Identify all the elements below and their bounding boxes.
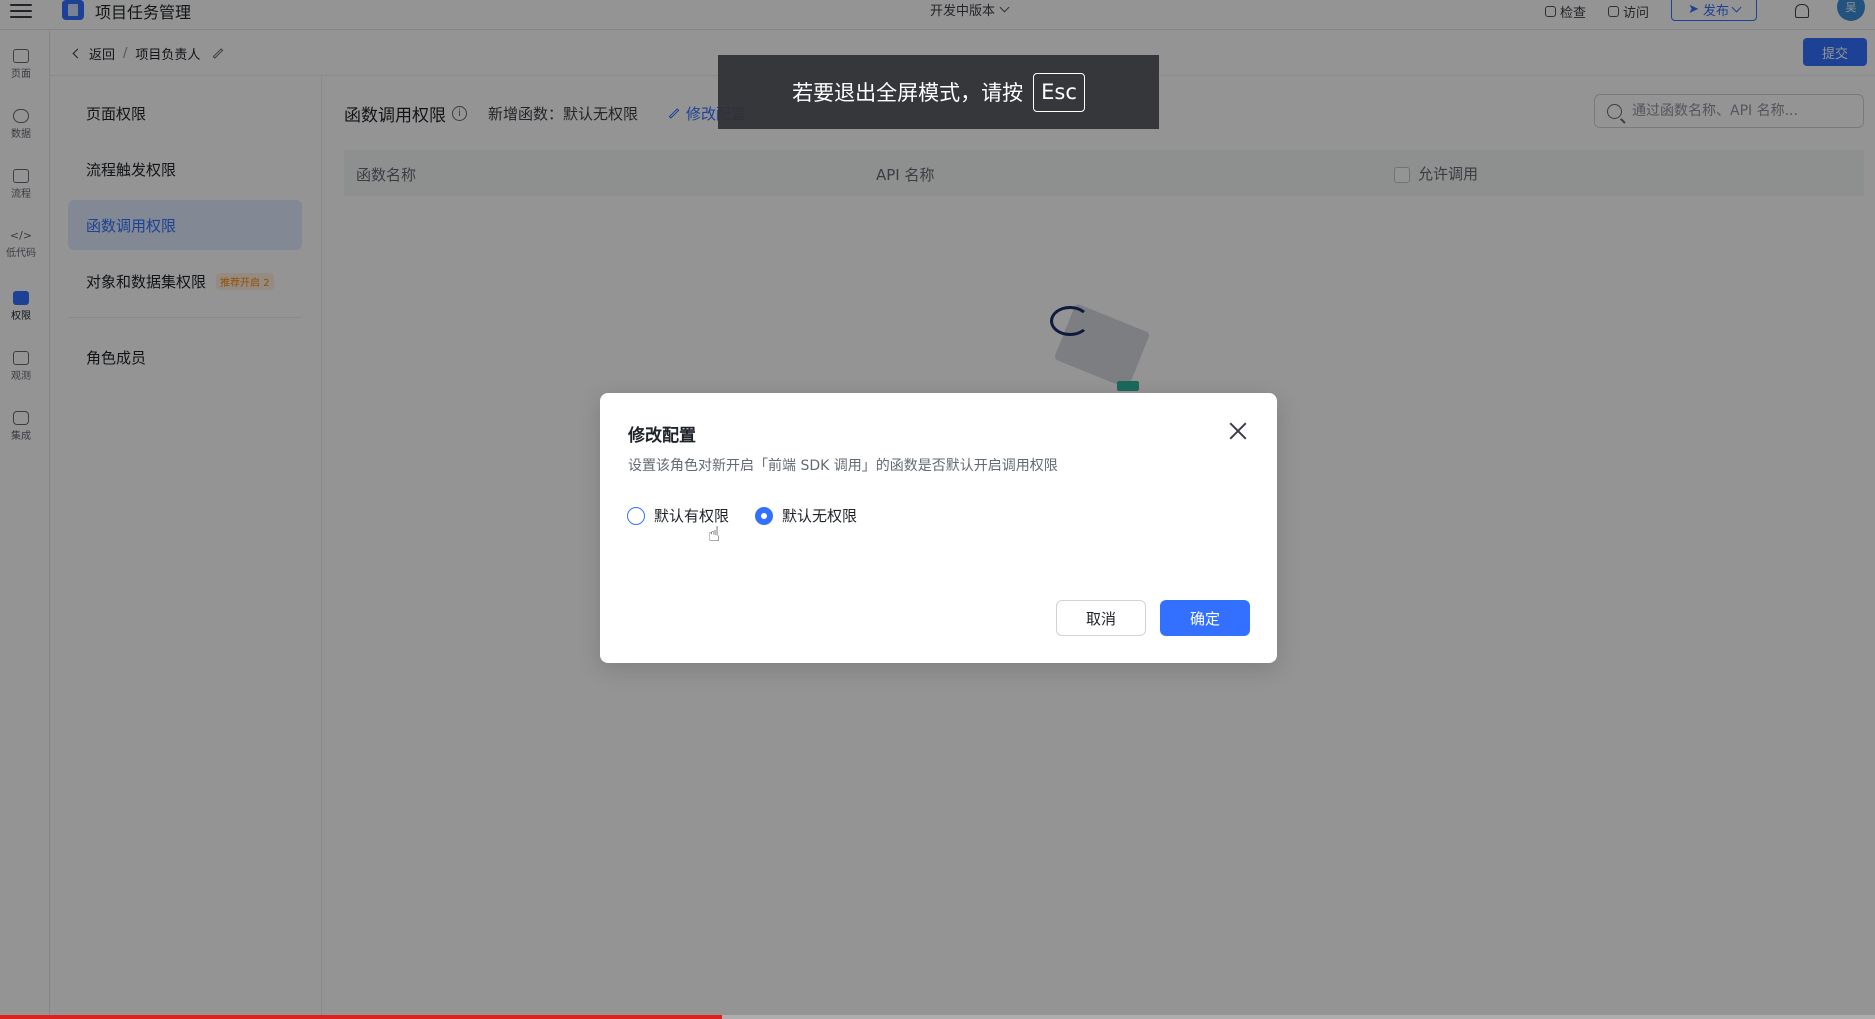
radio-label: 默认无权限	[782, 507, 858, 525]
modify-config-dialog: 修改配置 设置该角色对新开启「前端 SDK 调用」的函数是否默认开启调用权限 默…	[600, 393, 1277, 663]
fullscreen-toast: 若要退出全屏模式，请按 Esc	[718, 55, 1159, 129]
esc-key-hint: Esc	[1033, 72, 1085, 112]
video-progress-bar[interactable]	[0, 1015, 1875, 1019]
cancel-button[interactable]: 取消	[1056, 600, 1146, 636]
dialog-description: 设置该角色对新开启「前端 SDK 调用」的函数是否默认开启调用权限	[628, 458, 1058, 474]
radio-default-denied[interactable]: 默认无权限	[755, 505, 857, 526]
radio-unchecked	[627, 506, 645, 525]
confirm-button[interactable]: 确定	[1160, 600, 1250, 636]
radio-checked	[755, 506, 774, 525]
default-permission-radio-group: 默认有权限 默认无权限	[627, 505, 857, 526]
hand-cursor-icon: ☝	[708, 522, 721, 546]
dialog-title: 修改配置	[628, 426, 696, 446]
close-icon[interactable]	[1226, 419, 1250, 443]
fullscreen-toast-text: 若要退出全屏模式，请按	[792, 81, 1024, 105]
video-progress-fill	[0, 1015, 722, 1019]
